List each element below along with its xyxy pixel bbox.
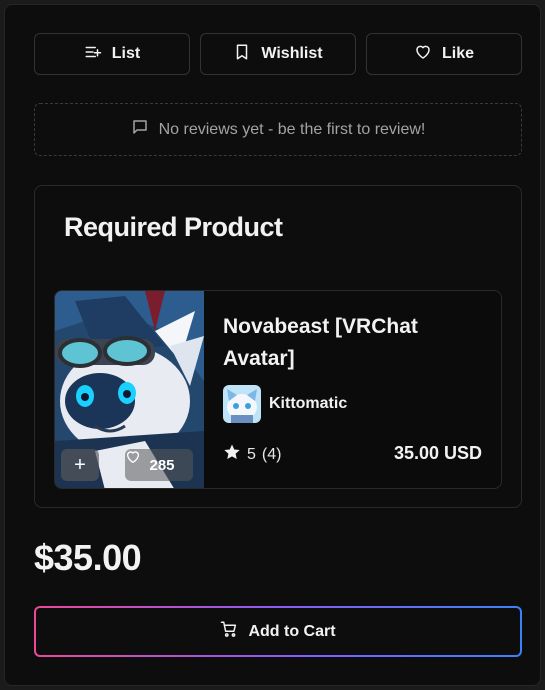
reviews-empty-text: No reviews yet - be the first to review! bbox=[158, 120, 426, 138]
add-to-cart-button[interactable]: Add to Cart bbox=[34, 606, 522, 657]
product-rating: 5 (4) bbox=[223, 443, 281, 466]
required-product-card: Required Product + 285 Novabeast [VRChat… bbox=[34, 185, 522, 508]
product-sidebar-panel: List Wishlist Like No reviews yet - be t… bbox=[4, 4, 541, 686]
star-icon bbox=[223, 443, 241, 466]
creator-link[interactable]: Kittomatic bbox=[223, 385, 347, 423]
rating-count: (4) bbox=[261, 445, 282, 463]
add-to-cart-label: Add to Cart bbox=[248, 622, 336, 640]
total-price: $35.00 bbox=[34, 537, 142, 578]
product-price: 35.00 USD bbox=[393, 443, 482, 463]
rating-value: 5 bbox=[247, 445, 256, 463]
add-to-cart-inner: Add to Cart bbox=[36, 608, 520, 655]
required-product-heading: Required Product bbox=[64, 212, 283, 242]
bookmark-icon bbox=[233, 43, 251, 66]
add-to-list-button[interactable]: + bbox=[61, 449, 99, 481]
list-add-icon bbox=[84, 43, 102, 66]
wishlist-button-label: Wishlist bbox=[261, 45, 323, 62]
like-button[interactable]: Like bbox=[366, 33, 522, 75]
list-button-label: List bbox=[111, 45, 141, 62]
favorite-count-button[interactable]: 285 bbox=[125, 449, 193, 481]
product-name[interactable]: Novabeast [VRChat Avatar] bbox=[223, 311, 483, 375]
like-button-label: Like bbox=[441, 45, 474, 62]
product-card[interactable]: + 285 Novabeast [VRChat Avatar] Kittomat… bbox=[54, 290, 502, 489]
cart-icon bbox=[220, 620, 238, 643]
list-button[interactable]: List bbox=[34, 33, 190, 75]
favorite-count: 285 bbox=[149, 456, 175, 474]
creator-name: Kittomatic bbox=[269, 395, 348, 412]
action-buttons: List Wishlist Like bbox=[34, 33, 522, 75]
reviews-empty-state: No reviews yet - be the first to review! bbox=[34, 103, 522, 156]
wishlist-button[interactable]: Wishlist bbox=[200, 33, 356, 75]
heart-icon bbox=[414, 43, 432, 66]
creator-avatar bbox=[223, 385, 261, 423]
comment-icon bbox=[131, 118, 149, 141]
product-thumbnail[interactable]: + 285 bbox=[55, 291, 204, 488]
